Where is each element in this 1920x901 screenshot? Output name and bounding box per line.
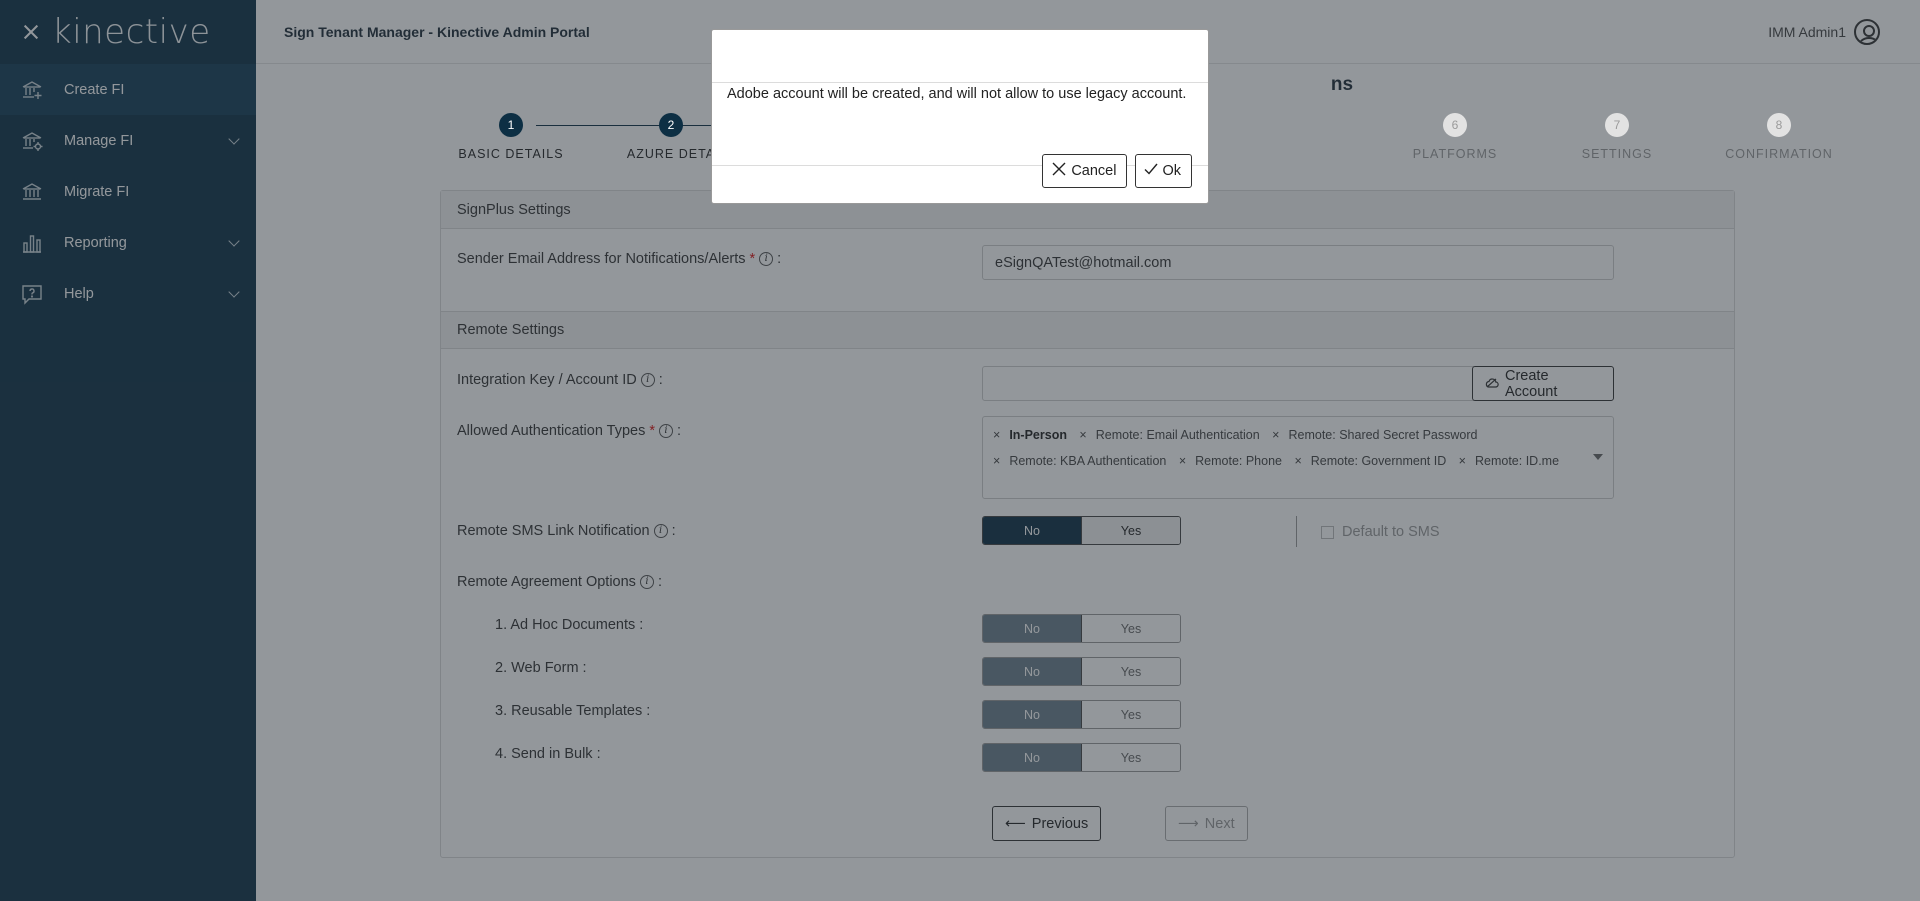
dialog-footer: Cancel Ok [1034, 154, 1192, 188]
step-number: 8 [1767, 113, 1791, 137]
confirmation-dialog: Adobe account will be created, and will … [711, 29, 1209, 204]
step-number: 1 [499, 113, 523, 137]
close-icon [1051, 161, 1067, 182]
step-number: 6 [1443, 113, 1467, 137]
cancel-button[interactable]: Cancel [1042, 154, 1128, 188]
ok-label: Ok [1162, 163, 1181, 179]
dialog-header [712, 30, 1208, 83]
check-icon [1144, 162, 1159, 181]
cancel-label: Cancel [1071, 163, 1117, 179]
ok-button[interactable]: Ok [1135, 154, 1192, 188]
dialog-message: Adobe account will be created, and will … [727, 86, 1187, 102]
step-number: 7 [1605, 113, 1629, 137]
step-number: 2 [659, 113, 683, 137]
